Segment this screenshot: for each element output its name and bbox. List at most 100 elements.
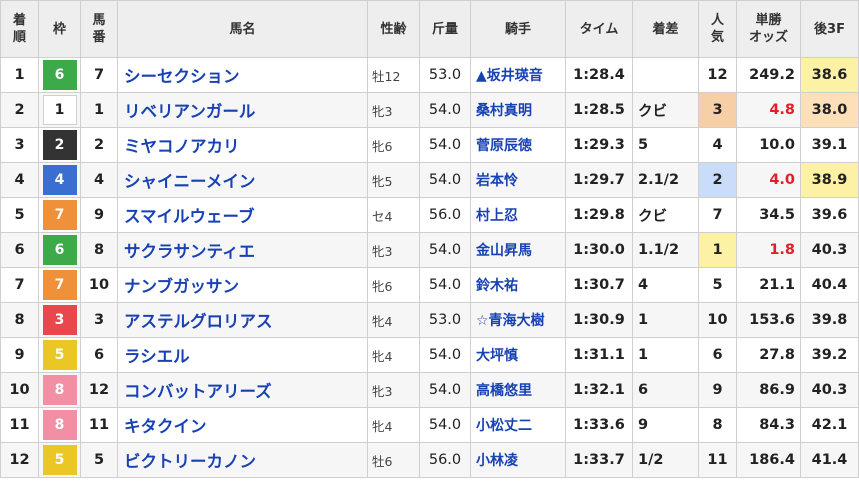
horse-name-link[interactable]: アステルグロリアス bbox=[117, 302, 368, 338]
header-horse-name: 馬名 bbox=[117, 0, 368, 58]
result-row: 6 6 8 サクラサンティエ 牝3 54.0 金山昇馬 1:30.0 1.1/2 1 1.8 40.3 bbox=[0, 232, 859, 268]
sex-age-cell: 牡6 bbox=[367, 442, 420, 478]
jockey-link[interactable]: 菅原辰徳 bbox=[470, 127, 566, 163]
horse-name-link[interactable]: ナンブガッサン bbox=[117, 267, 368, 303]
header-umaban: 馬 番 bbox=[80, 0, 118, 58]
margin-cell: クビ bbox=[632, 92, 699, 128]
jockey-link[interactable]: 岩本怜 bbox=[470, 162, 566, 198]
rank-cell: 10 bbox=[0, 372, 39, 408]
last3f-cell: 38.6 bbox=[800, 57, 859, 93]
waku-badge: 1 bbox=[42, 95, 77, 125]
horse-name-link[interactable]: サクラサンティエ bbox=[117, 232, 368, 268]
header-popularity: 人 気 bbox=[698, 0, 737, 58]
rank-cell: 8 bbox=[0, 302, 39, 338]
margin-cell: 9 bbox=[632, 407, 699, 443]
popularity-cell: 8 bbox=[698, 407, 737, 443]
odds-cell: 153.6 bbox=[736, 302, 801, 338]
jockey-link[interactable]: 小松丈二 bbox=[470, 407, 566, 443]
time-cell: 1:28.5 bbox=[565, 92, 633, 128]
horse-name-link[interactable]: シャイニーメイン bbox=[117, 162, 368, 198]
umaban-cell: 1 bbox=[80, 92, 118, 128]
last3f-cell: 40.4 bbox=[800, 267, 859, 303]
umaban-cell: 7 bbox=[80, 57, 118, 93]
popularity-cell: 3 bbox=[698, 92, 737, 128]
odds-cell: 4.8 bbox=[736, 92, 801, 128]
odds-cell: 1.8 bbox=[736, 232, 801, 268]
popularity-cell: 1 bbox=[698, 232, 737, 268]
time-cell: 1:30.7 bbox=[565, 267, 633, 303]
result-row: 8 3 3 アステルグロリアス 牝4 53.0 ☆青海大樹 1:30.9 1 10 153.6 39.… bbox=[0, 302, 859, 338]
last3f-cell: 39.1 bbox=[800, 127, 859, 163]
jockey-link[interactable]: 大坪慎 bbox=[470, 337, 566, 373]
margin-cell: クビ bbox=[632, 197, 699, 233]
result-row: 3 2 2 ミヤコノアカリ 牝6 54.0 菅原辰徳 1:29.3 5 4 10.0 39.1 bbox=[0, 127, 859, 163]
jockey-link[interactable]: ▲坂井瑛音 bbox=[470, 57, 566, 93]
umaban-cell: 10 bbox=[80, 267, 118, 303]
popularity-cell: 9 bbox=[698, 372, 737, 408]
waku-cell: 6 bbox=[38, 57, 81, 93]
last3f-cell: 38.9 bbox=[800, 162, 859, 198]
time-cell: 1:31.1 bbox=[565, 337, 633, 373]
header-rank: 着 順 bbox=[0, 0, 39, 58]
horse-name-link[interactable]: ミヤコノアカリ bbox=[117, 127, 368, 163]
sex-age-cell: 牝6 bbox=[367, 267, 420, 303]
jockey-link[interactable]: ☆青海大樹 bbox=[470, 302, 566, 338]
umaban-cell: 4 bbox=[80, 162, 118, 198]
jockey-link[interactable]: 金山昇馬 bbox=[470, 232, 566, 268]
waku-cell: 8 bbox=[38, 407, 81, 443]
horse-name-link[interactable]: コンバットアリーズ bbox=[117, 372, 368, 408]
result-row: 11 8 11 キタクイン 牝4 54.0 小松丈二 1:33.6 9 8 84.3 42.1 bbox=[0, 407, 859, 443]
waku-badge: 5 bbox=[42, 340, 77, 370]
result-row: 7 7 10 ナンブガッサン 牝6 54.0 鈴木祐 1:30.7 4 5 21.1 40.4 bbox=[0, 267, 859, 303]
rank-cell: 7 bbox=[0, 267, 39, 303]
waku-cell: 3 bbox=[38, 302, 81, 338]
horse-name-link[interactable]: スマイルウェーブ bbox=[117, 197, 368, 233]
weight-cell: 53.0 bbox=[419, 57, 471, 93]
umaban-cell: 2 bbox=[80, 127, 118, 163]
weight-cell: 54.0 bbox=[419, 407, 471, 443]
rank-cell: 4 bbox=[0, 162, 39, 198]
jockey-link[interactable]: 鈴木祐 bbox=[470, 267, 566, 303]
popularity-cell: 7 bbox=[698, 197, 737, 233]
odds-cell: 4.0 bbox=[736, 162, 801, 198]
horse-name-link[interactable]: ラシエル bbox=[117, 337, 368, 373]
jockey-link[interactable]: 桑村真明 bbox=[470, 92, 566, 128]
umaban-cell: 8 bbox=[80, 232, 118, 268]
horse-name-link[interactable]: リベリアンガール bbox=[117, 92, 368, 128]
rank-cell: 12 bbox=[0, 442, 39, 478]
margin-cell: 6 bbox=[632, 372, 699, 408]
rank-cell: 11 bbox=[0, 407, 39, 443]
time-cell: 1:30.9 bbox=[565, 302, 633, 338]
popularity-cell: 2 bbox=[698, 162, 737, 198]
result-row: 1 6 7 シーセクション 牡12 53.0 ▲坂井瑛音 1:28.4 12 249.2 38.6 bbox=[0, 57, 859, 93]
waku-badge: 5 bbox=[42, 445, 77, 475]
waku-badge: 7 bbox=[42, 270, 77, 300]
horse-name-link[interactable]: ビクトリーカノン bbox=[117, 442, 368, 478]
header-waku: 枠 bbox=[38, 0, 81, 58]
umaban-cell: 3 bbox=[80, 302, 118, 338]
margin-cell: 5 bbox=[632, 127, 699, 163]
time-cell: 1:32.1 bbox=[565, 372, 633, 408]
result-row: 2 1 1 リベリアンガール 牝3 54.0 桑村真明 1:28.5 クビ 3 4.8 38.0 bbox=[0, 92, 859, 128]
header-row: 着 順 枠 馬 番 馬名 性齢 斤量 騎手 タイム 着差 人 気 単勝 オッズ … bbox=[0, 0, 859, 58]
horse-name-link[interactable]: キタクイン bbox=[117, 407, 368, 443]
time-cell: 1:30.0 bbox=[565, 232, 633, 268]
odds-cell: 86.9 bbox=[736, 372, 801, 408]
jockey-link[interactable]: 小林凌 bbox=[470, 442, 566, 478]
waku-cell: 5 bbox=[38, 442, 81, 478]
last3f-cell: 39.2 bbox=[800, 337, 859, 373]
margin-cell: 1/2 bbox=[632, 442, 699, 478]
time-cell: 1:29.3 bbox=[565, 127, 633, 163]
jockey-link[interactable]: 村上忍 bbox=[470, 197, 566, 233]
margin-cell: 4 bbox=[632, 267, 699, 303]
last3f-cell: 39.8 bbox=[800, 302, 859, 338]
result-row: 9 5 6 ラシエル 牝4 54.0 大坪慎 1:31.1 1 6 27.8 39.2 bbox=[0, 337, 859, 373]
weight-cell: 54.0 bbox=[419, 267, 471, 303]
odds-cell: 186.4 bbox=[736, 442, 801, 478]
result-row: 12 5 5 ビクトリーカノン 牡6 56.0 小林凌 1:33.7 1/2 11 186.4 41.… bbox=[0, 442, 859, 478]
horse-name-link[interactable]: シーセクション bbox=[117, 57, 368, 93]
waku-cell: 6 bbox=[38, 232, 81, 268]
jockey-link[interactable]: 高橋悠里 bbox=[470, 372, 566, 408]
sex-age-cell: 牝6 bbox=[367, 127, 420, 163]
popularity-cell: 10 bbox=[698, 302, 737, 338]
